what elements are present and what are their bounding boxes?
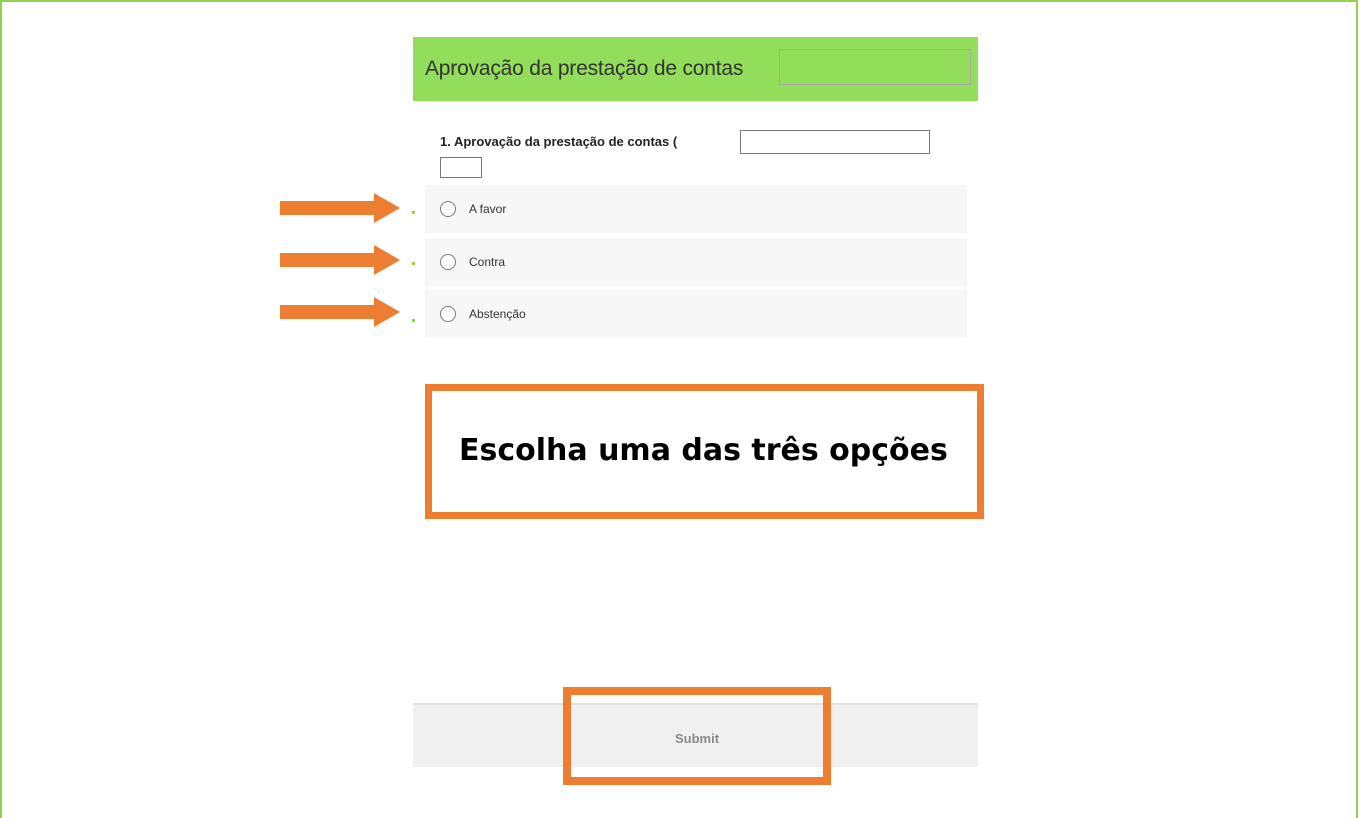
option-label: Abstenção: [469, 307, 526, 321]
option-a-favor[interactable]: A favor: [425, 185, 967, 233]
option-marker: [412, 319, 415, 322]
form-header: Aprovação da prestação de contas: [413, 37, 978, 101]
arrow-right-icon: [280, 193, 400, 223]
question-open-paren: (: [672, 134, 678, 149]
option-label: A favor: [469, 202, 507, 216]
question-label: 1. Aprovação da prestação de contas (: [440, 134, 677, 149]
option-contra[interactable]: Contra: [425, 238, 967, 286]
option-marker: [412, 262, 415, 265]
form-title: Aprovação da prestação de contas: [425, 57, 744, 80]
option-marker: [412, 211, 415, 214]
question-text: 1. Aprovação da prestação de contas: [440, 134, 670, 149]
instruction-callout: Escolha uma das três opções: [425, 384, 984, 519]
option-abstencao[interactable]: Abstenção: [425, 290, 967, 338]
radio-unchecked-icon[interactable]: [440, 254, 456, 270]
submit-highlight-box: [563, 687, 831, 785]
callout-text: Escolha uma das três opções: [459, 433, 948, 468]
question-input-box-2[interactable]: [440, 157, 482, 178]
title-input-box[interactable]: [779, 49, 971, 85]
arrow-right-icon: [280, 245, 400, 275]
radio-unchecked-icon[interactable]: [440, 306, 456, 322]
option-label: Contra: [469, 255, 506, 269]
radio-unchecked-icon[interactable]: [440, 201, 456, 217]
question-input-box-1[interactable]: [740, 130, 930, 154]
arrow-right-icon: [280, 297, 400, 327]
